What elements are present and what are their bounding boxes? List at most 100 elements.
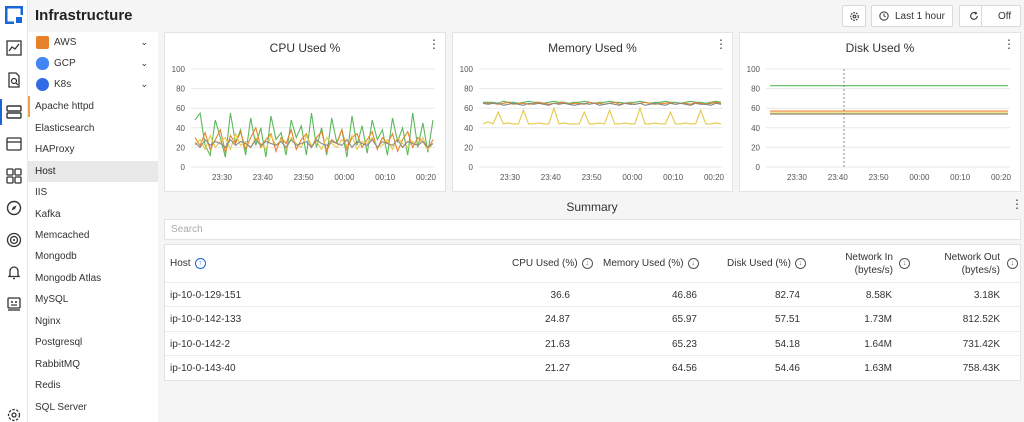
x-tick-label: 23:30: [787, 173, 808, 182]
aws-icon: [36, 36, 49, 49]
time-range-label: Last 1 hour: [894, 10, 946, 22]
settings-button[interactable]: [842, 5, 866, 27]
column-header-cpu[interactable]: CPU Used (%) ↓: [512, 258, 593, 269]
infrastructure-icon[interactable]: [0, 99, 23, 125]
x-tick-label: 23:50: [582, 173, 603, 182]
sidebar-item-nginx[interactable]: Nginx: [28, 311, 158, 332]
column-header-host[interactable]: Host ↑: [170, 258, 206, 269]
cell-disk: 54.46: [774, 363, 800, 374]
refresh-interval-label: Off: [998, 10, 1012, 22]
sidebar-item-kafka[interactable]: Kafka: [28, 204, 158, 225]
target-icon[interactable]: [5, 231, 23, 249]
sidebar-item-host[interactable]: Host: [28, 161, 158, 182]
search-field[interactable]: [164, 219, 1021, 240]
cell-disk: 82.74: [774, 290, 800, 301]
cell-cpu: 24.87: [544, 314, 570, 325]
y-tick-label: 80: [751, 85, 760, 94]
cell-network-in: 8.58K: [865, 290, 892, 301]
logo-icon[interactable]: [5, 6, 23, 24]
sidebar-item-rabbitmq[interactable]: RabbitMQ: [28, 354, 158, 375]
browser-icon[interactable]: [5, 135, 23, 153]
cell-cpu: 21.63: [544, 339, 570, 350]
metrics-icon[interactable]: [5, 39, 23, 57]
more-options-icon[interactable]: ⋮: [1011, 198, 1023, 210]
series-line-3: [194, 138, 434, 149]
table-row[interactable]: ip-10-0-142-2 21.63 65.23 54.18 1.64M 73…: [165, 331, 1020, 355]
k8s-icon: [36, 78, 49, 91]
x-tick-label: 00:10: [950, 173, 971, 182]
y-tick-label: 60: [176, 104, 185, 113]
explore-icon[interactable]: [5, 199, 23, 217]
sort-icon[interactable]: ↓: [794, 258, 806, 269]
dashboards-icon[interactable]: [5, 167, 23, 185]
sidebar-group-aws[interactable]: AWS ⌄: [28, 33, 158, 53]
sidebar-item-mongodb-atlas[interactable]: Mongodb Atlas: [28, 268, 158, 289]
sidebar-item-redis[interactable]: Redis: [28, 375, 158, 396]
x-tick-label: 23:30: [212, 173, 233, 182]
search-input[interactable]: [165, 220, 1020, 239]
page-title: Infrastructure: [35, 7, 133, 24]
table-row[interactable]: ip-10-0-129-151 36.6 46.86 82.74 8.58K 3…: [165, 282, 1020, 306]
x-tick-label: 23:40: [828, 173, 849, 182]
x-tick-label: 23:40: [541, 173, 562, 182]
sidebar-item-memcached[interactable]: Memcached: [28, 225, 158, 246]
memory-chart: 0 20 40 60 80 100 23:30 23:40 23:50 00:00 00:10 00:…: [460, 65, 725, 182]
series-line-3: [482, 106, 722, 125]
sort-ascending-icon[interactable]: ↑: [194, 258, 206, 269]
sort-icon[interactable]: ↓: [581, 258, 593, 269]
disk-chart-card: Disk Used % ⋮ 0 20 40 60 80 100 23:30 23:40 23:5…: [739, 32, 1021, 192]
sidebar-item-haproxy[interactable]: HAProxy: [28, 139, 158, 160]
summary-title: Summary: [566, 200, 618, 214]
sidebar-group-k8s[interactable]: K8s ⌄: [28, 75, 158, 95]
column-header-memory[interactable]: Memory Used (%) ↓: [603, 258, 699, 269]
x-tick-label: 00:10: [663, 173, 684, 182]
chevron-down-icon[interactable]: ⌄: [140, 58, 148, 69]
x-tick-label: 00:00: [334, 173, 355, 182]
refresh-control[interactable]: Off: [959, 5, 1021, 27]
x-tick-label: 00:10: [375, 173, 396, 182]
log-search-icon[interactable]: [5, 71, 23, 89]
table-row[interactable]: ip-10-0-142-133 24.87 65.97 57.51 1.73M …: [165, 306, 1020, 330]
cell-network-out: 812.52K: [962, 314, 1000, 325]
sort-icon[interactable]: ↓: [687, 258, 699, 269]
settings-icon[interactable]: [5, 406, 23, 422]
chevron-down-icon[interactable]: ⌄: [140, 37, 148, 48]
alerts-icon[interactable]: [5, 263, 23, 281]
sidebar: AWS ⌄ GCP ⌄ K8s ⌄ Apache httpd Elasticse…: [28, 32, 158, 422]
x-tick-label: 23:50: [869, 173, 890, 182]
memory-chart-card: Memory Used % ⋮ 0 20 40 60 80 100 23:30 23:40 23…: [452, 32, 733, 192]
cell-host: ip-10-0-129-151: [170, 290, 242, 301]
cell-disk: 57.51: [774, 314, 800, 325]
cell-network-out: 758.43K: [962, 363, 1000, 374]
sidebar-item-elasticsearch[interactable]: Elasticsearch: [28, 118, 158, 139]
cell-network-in: 1.63M: [864, 363, 892, 374]
sidebar-item-iis[interactable]: IIS: [28, 182, 158, 203]
table-row[interactable]: ip-10-0-143-40 21.27 64.56 54.46 1.63M 7…: [165, 355, 1020, 379]
sort-icon[interactable]: ↓: [1007, 258, 1018, 269]
robot-icon[interactable]: [5, 295, 23, 313]
sidebar-item-sql-server[interactable]: SQL Server: [28, 397, 158, 418]
y-tick-label: 80: [176, 85, 185, 94]
x-tick-label: 23:50: [294, 173, 315, 182]
cell-memory: 64.56: [671, 363, 697, 374]
cell-cpu: 21.27: [544, 363, 570, 374]
sidebar-item-postgresql[interactable]: Postgresql: [28, 332, 158, 353]
sidebar-item-apache-httpd[interactable]: Apache httpd: [28, 96, 158, 117]
icon-rail: [0, 0, 28, 422]
column-header-network-in[interactable]: Network In (bytes/s): [843, 251, 893, 277]
y-tick-label: 0: [181, 163, 186, 172]
cell-memory: 65.97: [671, 314, 697, 325]
chevron-down-icon[interactable]: ⌄: [140, 79, 148, 90]
sidebar-item-mongodb[interactable]: Mongodb: [28, 246, 158, 267]
x-tick-label: 00:20: [416, 173, 437, 182]
column-header-network-out[interactable]: Network Out (bytes/s): [939, 251, 1000, 277]
x-tick-label: 00:20: [991, 173, 1012, 182]
sidebar-item-mysql[interactable]: MySQL: [28, 289, 158, 310]
sort-icon[interactable]: ↓: [899, 258, 910, 269]
y-tick-label: 100: [172, 65, 186, 74]
cell-disk: 54.18: [774, 339, 800, 350]
column-header-disk[interactable]: Disk Used (%) ↓: [727, 258, 806, 269]
cpu-chart: 0 20 40 60 80 100 23:30 23:40 23:50 00:00 00:10 00:…: [172, 65, 437, 182]
time-range-button[interactable]: Last 1 hour: [871, 5, 953, 27]
sidebar-group-gcp[interactable]: GCP ⌄: [28, 54, 158, 74]
